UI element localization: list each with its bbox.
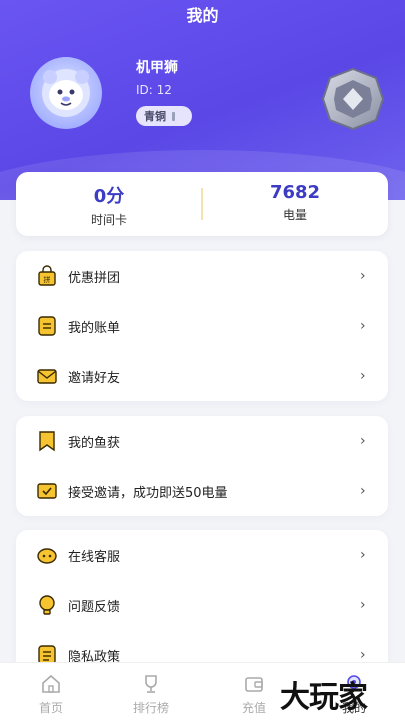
page-title: 我的 (186, 6, 219, 25)
menu-item-customer-service[interactable]: 在线客服 › (16, 530, 388, 580)
chevron-right-icon: › (360, 433, 366, 449)
menu-label: 问题反馈 (68, 599, 121, 615)
trophy-icon (145, 675, 157, 693)
rank-bar-icon (172, 111, 175, 121)
menu-group-support: 在线客服 › 问题反馈 › 隐私政策 › (16, 530, 388, 680)
menu-label: 我的账单 (68, 320, 121, 336)
tab-label: 首页 (38, 701, 63, 715)
chevron-right-icon: › (360, 647, 366, 663)
chevron-right-icon: › (360, 597, 366, 613)
time-card-stat[interactable]: 0分 时间卡 (16, 182, 202, 228)
tab-recharge[interactable]: 充值 (224, 673, 284, 716)
chevron-right-icon: › (360, 368, 366, 384)
menu-label: 邀请好友 (68, 370, 121, 386)
bronze-medal-icon[interactable] (320, 66, 386, 132)
watermark: 大玩家 (280, 680, 368, 715)
menu-label: 在线客服 (68, 549, 121, 565)
rank-badge: 青铜 (136, 106, 192, 126)
tab-label: 排行榜 (132, 701, 169, 715)
energy-label: 电量 (282, 208, 307, 222)
menu-item-feedback[interactable]: 问题反馈 › (16, 580, 388, 630)
energy-stat[interactable]: 7682 电量 (202, 182, 388, 223)
menu-item-invite-friends[interactable]: 邀请好友 › (16, 351, 388, 401)
menu-item-accept-invite[interactable]: 接受邀请，成功即送50电量 › (16, 466, 388, 516)
chevron-right-icon: › (360, 318, 366, 334)
wallet-icon (245, 677, 263, 692)
bookmark-icon (36, 430, 58, 452)
menu-item-group-buy[interactable]: 拼 优惠拼团 › (16, 251, 388, 301)
chevron-right-icon: › (360, 268, 366, 284)
avatar[interactable] (30, 57, 102, 129)
envelope-icon (36, 365, 58, 387)
customer-service-icon (36, 544, 58, 566)
menu-item-my-catch[interactable]: 我的鱼获 › (16, 416, 388, 466)
tab-home[interactable]: 首页 (21, 673, 81, 716)
time-card-label: 时间卡 (90, 213, 127, 227)
menu-item-my-bill[interactable]: 我的账单 › (16, 301, 388, 351)
menu-label: 接受邀请，成功即送50电量 (68, 485, 228, 501)
user-name: 机甲狮 (136, 60, 178, 76)
rank-label: 青铜 (144, 110, 166, 123)
svg-text:拼: 拼 (44, 275, 51, 284)
energy-value: 7682 (269, 182, 321, 203)
chevron-right-icon: › (360, 483, 366, 499)
chevron-right-icon: › (360, 547, 366, 563)
tab-ranking[interactable]: 排行榜 (121, 673, 181, 716)
feedback-icon (36, 594, 58, 616)
stats-card: 0分 时间卡 7682 电量 (16, 172, 388, 236)
user-id: ID: 12 (136, 83, 172, 97)
bill-icon (36, 315, 58, 337)
menu-group-orders: 拼 优惠拼团 › 我的账单 › 邀请好友 › (16, 251, 388, 401)
menu-group-rewards: 我的鱼获 › 接受邀请，成功即送50电量 › (16, 416, 388, 516)
time-card-value: 0分 (93, 186, 125, 207)
accept-invite-icon (36, 480, 58, 502)
menu-label: 优惠拼团 (68, 270, 121, 286)
home-icon (42, 674, 60, 693)
tab-label: 充值 (241, 701, 266, 715)
menu-label: 我的鱼获 (68, 435, 121, 451)
lion-mascot-icon (42, 69, 90, 117)
group-buy-bag-icon: 拼 (36, 265, 58, 287)
